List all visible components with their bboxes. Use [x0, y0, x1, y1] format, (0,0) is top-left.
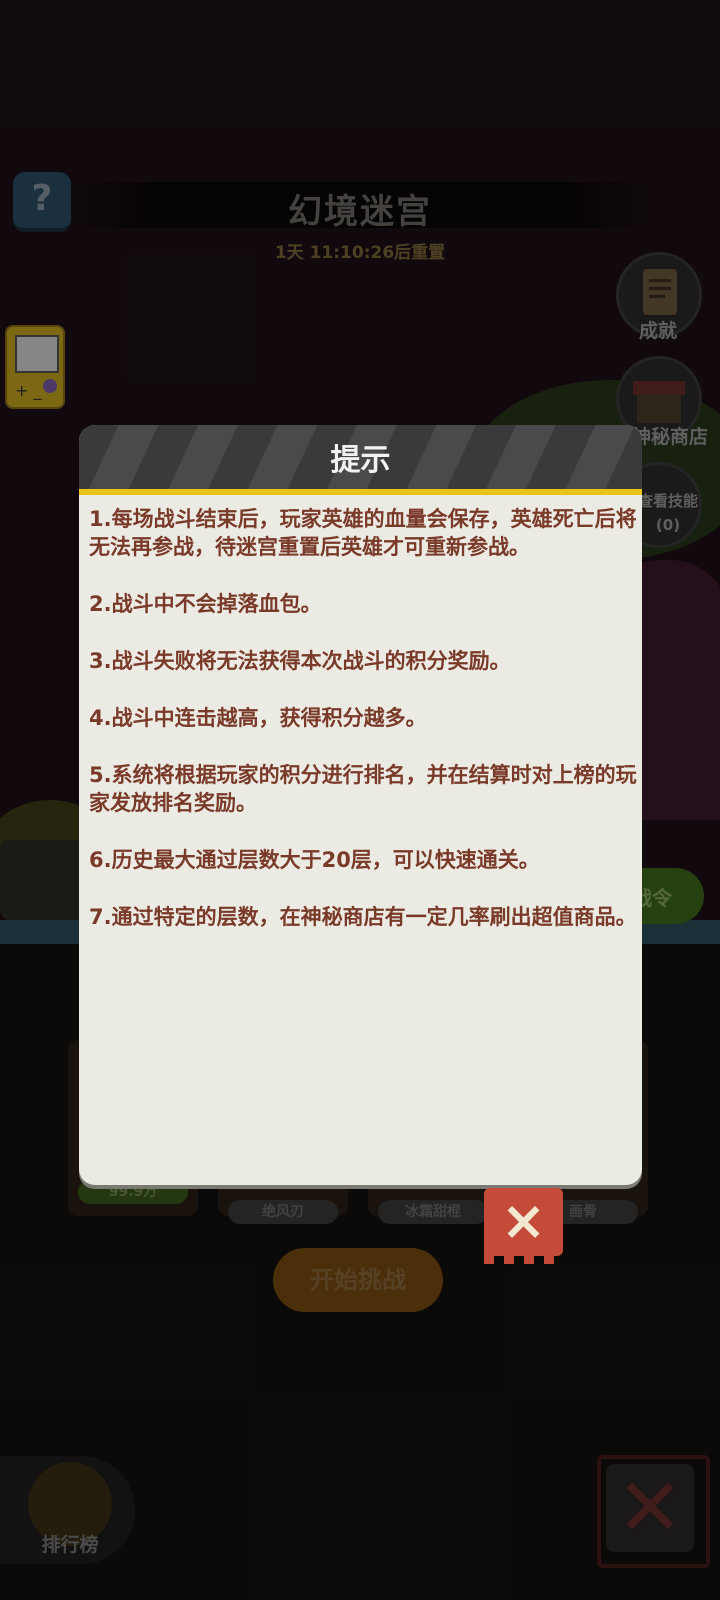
tip-text: 7.通过特定的层数，在神秘商店有一定几率刷出超值商品。	[89, 905, 637, 929]
tip-text: 6.历史最大通过层数大于20层，可以快速通关。	[89, 848, 540, 872]
tip-text: 1.每场战斗结束后，玩家英雄的血量会保存，英雄死亡后将无法再参战，待迷宫重置后英…	[89, 507, 637, 559]
dialog-header: 提示	[79, 425, 642, 495]
dialog-body: 1.每场战斗结束后，玩家英雄的血量会保存，英雄死亡后将无法再参战，待迷宫重置后英…	[89, 505, 637, 960]
tips-dialog: 提示 1.每场战斗结束后，玩家英雄的血量会保存，英雄死亡后将无法再参战，待迷宫重…	[79, 425, 642, 1185]
dialog-title: 提示	[330, 443, 391, 478]
dialog-close-button[interactable]: ×	[484, 1188, 563, 1264]
close-icon: ×	[500, 1189, 547, 1252]
tip-text: 3.战斗失败将无法获得本次战斗的积分奖励。	[89, 649, 511, 673]
tip-text: 5.系统将根据玩家的积分进行排名，并在结算时对上榜的玩家发放排名奖励。	[89, 763, 637, 815]
tip-text: 2.战斗中不会掉落血包。	[89, 592, 322, 616]
tip-text: 4.战斗中连击越高，获得积分越多。	[89, 706, 427, 730]
